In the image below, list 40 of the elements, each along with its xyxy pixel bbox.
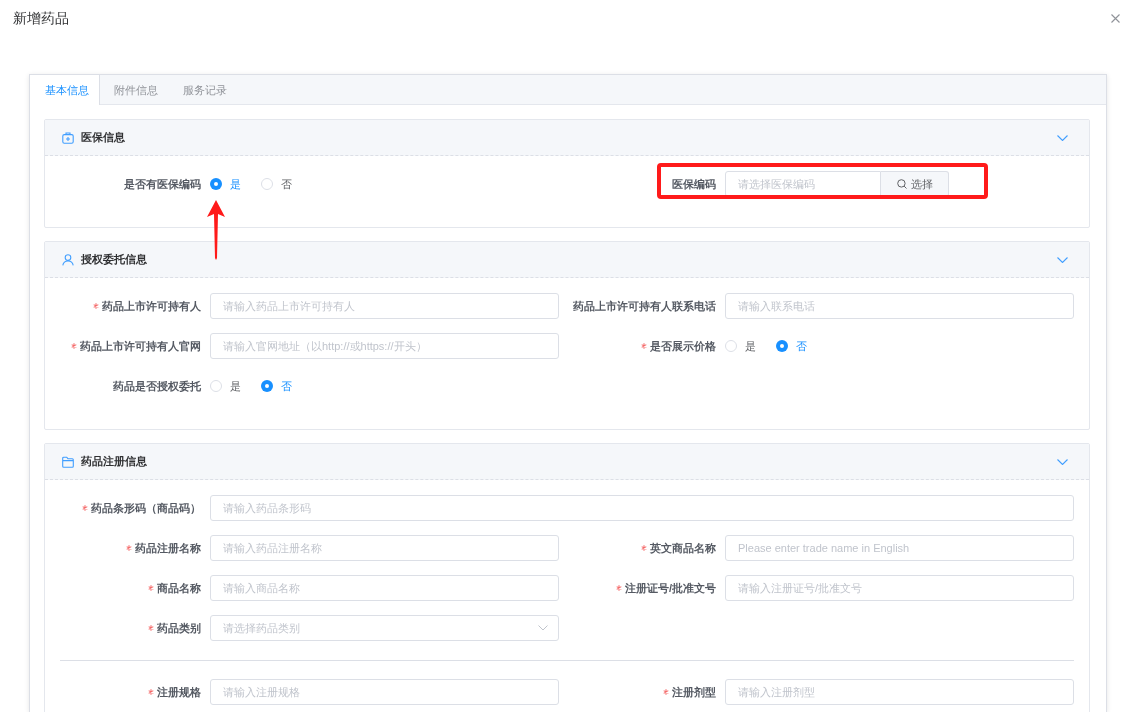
field-label: 药品上市许可持有人 (102, 298, 201, 314)
section-header[interactable]: 授权委托信息 (45, 242, 1089, 278)
search-icon (896, 179, 907, 189)
select-button[interactable]: 选择 (881, 171, 949, 197)
section-title: 医保信息 (81, 130, 125, 146)
field-label: 英文商品名称 (650, 540, 716, 556)
text-input[interactable]: Please enter trade name in English (725, 535, 1074, 561)
dialog-title: 新增药品 (13, 9, 69, 27)
field-label: 注册证号/批准文号 (624, 580, 716, 596)
folder-icon (62, 455, 74, 468)
field-label: 医保编码 (672, 176, 716, 192)
chevron-down-icon[interactable] (1057, 256, 1068, 263)
field-label: 商品名称 (157, 580, 201, 596)
field-label: 是否展示价格 (650, 338, 716, 354)
field-label: 是否有医保编码 (124, 176, 201, 192)
field-label: 药品上市许可持有人官网 (80, 338, 201, 354)
section-header[interactable]: 医保信息 (45, 120, 1089, 156)
medkit-icon (62, 131, 74, 144)
field-label: 药品注册名称 (135, 540, 201, 556)
close-icon[interactable] (1111, 14, 1120, 23)
field-label: 药品上市许可持有人联系电话 (573, 298, 716, 314)
section-title: 药品注册信息 (81, 454, 147, 470)
section-header[interactable]: 药品注册信息 (45, 444, 1089, 480)
section-title: 授权委托信息 (81, 252, 147, 268)
radio-option[interactable]: 否 (261, 175, 292, 193)
chevron-down-icon (538, 625, 548, 631)
chevron-down-icon[interactable] (1057, 458, 1068, 465)
chevron-down-icon[interactable] (1057, 134, 1068, 141)
radio-option[interactable]: 否 (776, 337, 807, 355)
field-label: 药品条形码（商品码） (91, 500, 201, 516)
field-label: 药品类别 (157, 620, 201, 636)
radio-option[interactable]: 是 (210, 175, 241, 193)
field-label: 注册规格 (157, 684, 201, 700)
field-label: 药品是否授权委托 (113, 378, 201, 394)
field-label: 注册剂型 (672, 684, 716, 700)
radio-option[interactable]: 是 (725, 337, 756, 355)
tab[interactable]: 基本信息 (30, 75, 100, 105)
radio-option[interactable]: 否 (261, 377, 292, 395)
radio-option[interactable]: 是 (210, 377, 241, 395)
user-icon (62, 253, 74, 266)
